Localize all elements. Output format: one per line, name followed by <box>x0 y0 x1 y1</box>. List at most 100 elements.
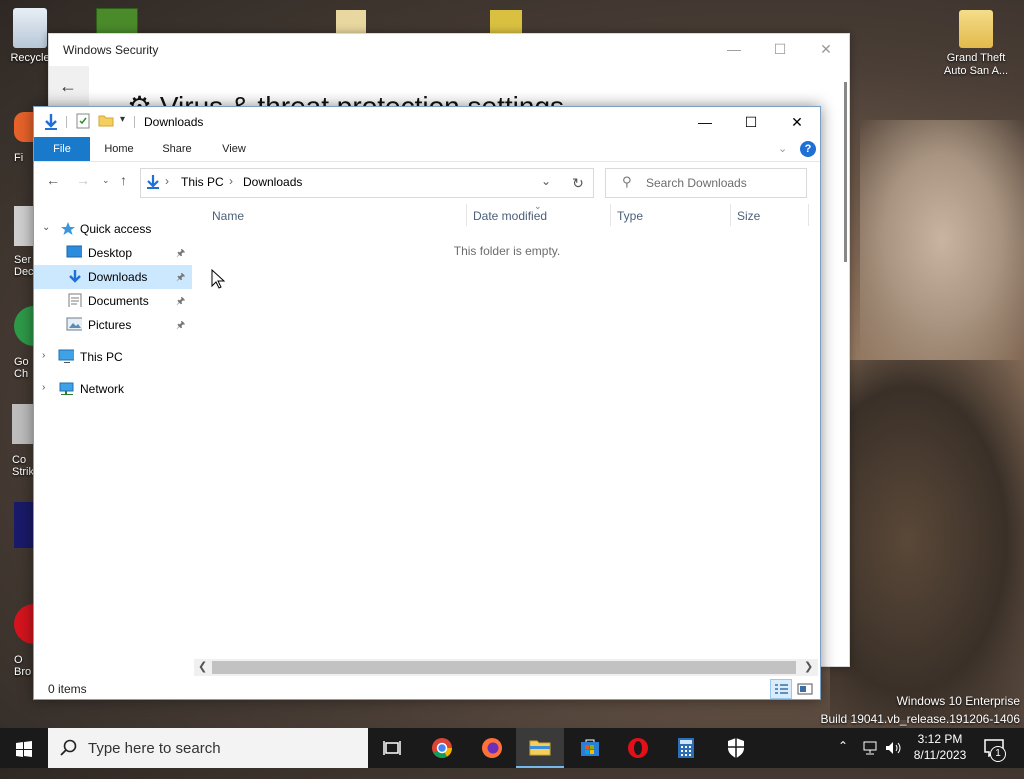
tab-home[interactable]: Home <box>94 137 144 161</box>
column-name[interactable]: Name <box>212 209 244 223</box>
column-size[interactable]: Size <box>737 209 760 223</box>
desktop-icon-label: Strik <box>12 466 34 478</box>
back-arrow-icon[interactable]: ← <box>46 172 60 188</box>
column-divider[interactable] <box>610 204 611 226</box>
downloads-arrow-icon <box>45 114 57 130</box>
network-icon[interactable] <box>862 740 880 756</box>
forward-arrow-icon[interactable]: → <box>76 172 90 188</box>
task-view-button[interactable] <box>368 728 416 768</box>
show-hidden-icons[interactable]: ⌃ <box>838 739 848 779</box>
opera-taskbar-button[interactable] <box>614 728 662 768</box>
nav-documents[interactable]: Documents 🖈 <box>34 289 192 313</box>
large-icons-view-icon[interactable] <box>794 679 816 699</box>
minimize-button[interactable]: — <box>711 34 757 64</box>
new-folder-icon[interactable] <box>98 113 114 131</box>
taskbar-search-input[interactable]: Type here to search <box>48 728 368 768</box>
properties-icon[interactable] <box>76 113 90 131</box>
pin-icon[interactable]: 🖈 <box>176 270 185 287</box>
firefox-taskbar-button[interactable] <box>468 728 516 768</box>
desktop-icon-partial-app[interactable] <box>14 502 34 548</box>
nav-quick-access[interactable]: ⌄ Quick access <box>34 217 192 241</box>
scroll-left-icon[interactable]: ❮ <box>198 660 207 673</box>
close-button[interactable]: ✕ <box>803 34 849 64</box>
column-divider[interactable] <box>466 204 467 226</box>
scrollbar[interactable] <box>844 82 847 262</box>
network-icon <box>59 382 74 395</box>
tab-share[interactable]: Share <box>152 137 202 161</box>
folder-icon <box>959 10 993 48</box>
item-count: 0 items <box>48 682 87 696</box>
minecraft-icon[interactable] <box>96 8 138 36</box>
file-list[interactable]: Name ⌄ Date modified Type Size This fold… <box>194 199 820 679</box>
gta-shortcut-icon[interactable] <box>490 10 522 34</box>
desktop-icon-partial-firefox[interactable]: Fi <box>14 112 34 172</box>
help-icon[interactable]: ? <box>800 141 816 157</box>
notification-center-button[interactable]: 1 <box>984 728 1024 768</box>
desktop-icon-label: Co <box>12 454 27 466</box>
calculator-taskbar-button[interactable] <box>662 728 710 768</box>
breadcrumb-downloads[interactable]: Downloads <box>243 175 302 189</box>
nav-this-pc[interactable]: › This PC <box>34 345 192 369</box>
minimize-button[interactable]: — <box>682 107 728 137</box>
breadcrumb-separator-icon: › <box>165 174 169 188</box>
desktop-icon-label: Dec <box>14 266 34 278</box>
clock-date: 8/11/2023 <box>913 748 967 762</box>
maximize-button[interactable]: ☐ <box>728 107 774 137</box>
nav-label: Quick access <box>80 222 152 236</box>
up-arrow-icon[interactable]: ↑ <box>120 172 127 188</box>
title-bar[interactable]: ▾ Downloads — ☐ ✕ <box>34 107 820 137</box>
counter-strike-icon <box>12 404 34 444</box>
desktop-icon-gta-folder[interactable]: Grand Theft Auto San A... <box>936 10 1016 78</box>
start-button[interactable] <box>0 728 48 768</box>
window-title: Windows Security <box>63 43 159 57</box>
empty-folder-message: This folder is empty. <box>453 244 561 258</box>
windows-security-taskbar-button[interactable] <box>712 728 760 768</box>
back-arrow-icon[interactable]: ← <box>59 76 77 97</box>
nav-desktop[interactable]: Desktop 🖈 <box>34 241 192 265</box>
pin-icon[interactable]: 🖈 <box>176 318 185 335</box>
desktop-icon-partial-server[interactable]: Ser Dec <box>14 206 34 286</box>
nav-label: Network <box>80 382 125 396</box>
search-input[interactable]: ⚲ Search Downloads <box>605 168 807 198</box>
column-divider[interactable] <box>730 204 731 226</box>
file-explorer-taskbar-button[interactable] <box>516 728 564 768</box>
column-divider[interactable] <box>808 204 809 226</box>
nav-network[interactable]: › Network <box>34 377 192 401</box>
refresh-button[interactable]: ↻ <box>563 168 594 198</box>
store-taskbar-button[interactable] <box>566 728 614 768</box>
horizontal-scrollbar[interactable]: ❮ ❯ <box>194 659 818 676</box>
nav-pictures[interactable]: Pictures 🖈 <box>34 313 192 337</box>
close-button[interactable]: ✕ <box>774 107 820 137</box>
recent-locations-icon[interactable]: ⌄ <box>102 175 110 186</box>
address-bar[interactable]: › This PC › Downloads ⌄ <box>140 168 594 198</box>
breadcrumb-this-pc[interactable]: This PC <box>181 175 224 189</box>
opera-icon <box>628 738 648 758</box>
pin-icon[interactable]: 🖈 <box>176 246 185 263</box>
column-date-modified[interactable]: Date modified <box>473 209 547 223</box>
expand-ribbon-icon[interactable]: ⌄ <box>778 142 787 155</box>
chrome-taskbar-button[interactable] <box>418 728 466 768</box>
tab-view[interactable]: View <box>210 137 258 161</box>
details-view-icon[interactable] <box>770 679 792 699</box>
clock[interactable]: 3:12 PM 8/11/2023 <box>898 731 982 763</box>
chrome-icon <box>432 738 452 758</box>
folder-shortcut-icon[interactable] <box>336 10 366 34</box>
desktop-icon-partial-opera[interactable]: O Bro <box>14 604 34 684</box>
file-explorer-window[interactable]: ▾ Downloads — ☐ ✕ File Home Share View ⌄… <box>33 106 821 700</box>
scrollbar-thumb[interactable] <box>212 661 796 674</box>
tab-file[interactable]: File <box>34 137 90 161</box>
address-dropdown-icon[interactable]: ⌄ <box>541 174 551 188</box>
column-type[interactable]: Type <box>617 209 643 223</box>
maximize-button[interactable]: ☐ <box>757 34 803 64</box>
shield-icon <box>728 738 744 758</box>
pin-icon[interactable]: 🖈 <box>176 294 185 311</box>
breadcrumb-separator-icon: › <box>229 174 233 188</box>
desktop-icon-partial-chrome[interactable]: Go Ch <box>14 306 34 386</box>
desktop-icon-label: Ch <box>14 368 29 380</box>
scroll-right-icon[interactable]: ❯ <box>804 660 813 673</box>
desktop-icon-partial-counter-strike[interactable]: Co Strik <box>12 404 34 488</box>
documents-icon <box>68 293 82 307</box>
nav-downloads[interactable]: Downloads 🖈 <box>34 265 192 289</box>
navigation-pane: ⌄ Quick access Desktop 🖈 Downloads 🖈 Doc… <box>34 217 194 677</box>
customize-quick-access-icon[interactable]: ▾ <box>120 114 125 125</box>
